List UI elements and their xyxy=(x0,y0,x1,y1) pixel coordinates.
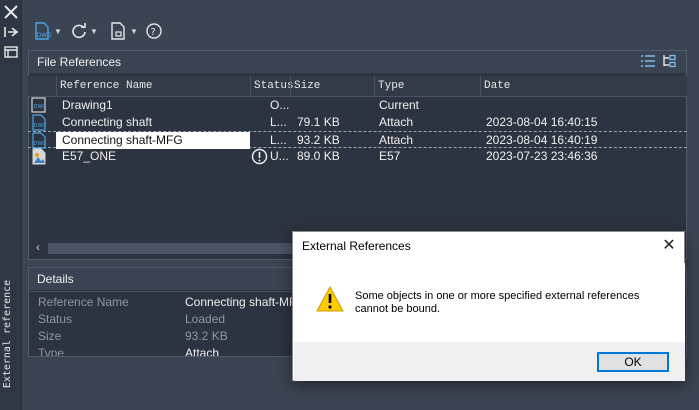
column-size[interactable]: Size xyxy=(290,76,374,96)
palette-title: External reference xyxy=(2,279,13,389)
change-path-icon xyxy=(111,22,125,40)
reference-name: Connecting shaft-MFG xyxy=(56,132,250,149)
dwg-file-icon: DWG xyxy=(31,132,47,149)
reference-status: O... xyxy=(270,98,290,112)
svg-text:DWG: DWG xyxy=(37,32,53,39)
column-header-row: Reference Name Status Size Type Date xyxy=(28,76,687,97)
svg-text:DWG: DWG xyxy=(34,123,47,129)
table-row[interactable]: E57_ONE U... 89.0 KB E57 2023-07-23 23:4… xyxy=(28,148,687,165)
detail-label: Type xyxy=(38,346,65,357)
reference-name: Connecting shaft xyxy=(62,115,153,129)
chevron-down-icon[interactable]: ▼ xyxy=(90,27,98,36)
reference-name: Drawing1 xyxy=(62,98,113,112)
scrollbar-thumb[interactable] xyxy=(48,243,298,254)
dwg-file-icon: DWG xyxy=(31,114,47,131)
detail-value: Loaded xyxy=(185,312,226,326)
table-row[interactable]: DWG Connecting shaft L... 79.1 KB Attach… xyxy=(28,114,687,131)
chevron-down-icon[interactable]: ▼ xyxy=(54,27,62,36)
table-row-selected[interactable]: DWG Connecting shaft-MFG L... 93.2 KB At… xyxy=(28,131,687,149)
external-references-dialog: External References ✕ Some objects in on… xyxy=(292,231,685,381)
column-reference-name[interactable]: Reference Name xyxy=(56,76,250,96)
svg-text:?: ? xyxy=(151,27,156,38)
column-status[interactable]: Status xyxy=(250,76,294,96)
reference-date: 2023-08-04 16:40:19 xyxy=(486,133,598,147)
point-cloud-icon xyxy=(31,148,47,165)
properties-icon[interactable] xyxy=(3,45,19,59)
svg-text:DWG: DWG xyxy=(34,104,47,110)
ok-button[interactable]: OK xyxy=(597,352,669,372)
drawing-icon: DWG xyxy=(31,97,47,114)
reference-status: U... xyxy=(270,149,289,163)
reference-type: Attach xyxy=(379,133,414,147)
reference-size: 93.2 KB xyxy=(297,133,340,147)
reference-date: 2023-08-04 16:40:15 xyxy=(486,115,598,129)
refresh-button[interactable]: ▼ xyxy=(70,20,98,42)
file-references-header: File References xyxy=(29,51,686,73)
chevron-down-icon[interactable]: ▼ xyxy=(130,27,138,36)
tree-view-icon[interactable] xyxy=(661,54,677,68)
refresh-icon xyxy=(72,23,86,39)
reference-type: E57 xyxy=(379,149,401,163)
detail-label: Status xyxy=(38,312,73,326)
attach-dwg-button[interactable]: DWG ▼ xyxy=(32,20,62,42)
reference-type: Attach xyxy=(379,115,414,129)
reference-size: 79.1 KB xyxy=(297,115,340,129)
reference-name: E57_ONE xyxy=(62,149,117,163)
reference-date: 2023-07-23 23:46:36 xyxy=(486,149,598,163)
warning-status-icon xyxy=(251,148,268,165)
reference-size: 89.0 KB xyxy=(297,149,340,163)
detail-value: Attach xyxy=(185,346,220,357)
change-path-button[interactable]: ▼ xyxy=(108,20,138,42)
scroll-left-arrow[interactable]: ‹ xyxy=(36,240,40,254)
attach-dwg-icon: DWG xyxy=(35,22,53,40)
column-type[interactable]: Type xyxy=(374,76,480,96)
svg-text:DWG: DWG xyxy=(34,141,47,147)
dialog-title: External References xyxy=(302,239,411,253)
help-button[interactable]: ? xyxy=(145,20,163,42)
table-row[interactable]: DWG Drawing1 O... Current xyxy=(28,97,687,114)
close-icon[interactable]: ✕ xyxy=(659,236,679,256)
column-date[interactable]: Date xyxy=(480,76,687,96)
reference-type: Current xyxy=(379,98,420,112)
detail-label: Size xyxy=(38,329,62,343)
autohide-icon[interactable] xyxy=(3,25,19,39)
reference-status: L... xyxy=(270,115,287,129)
help-icon: ? xyxy=(146,23,162,39)
dialog-message: Some objects in one or more specified ex… xyxy=(355,290,640,315)
detail-label: Reference Name xyxy=(38,295,129,309)
detail-value: 93.2 KB xyxy=(185,329,228,343)
close-palette-icon[interactable] xyxy=(3,4,19,20)
warning-icon xyxy=(315,285,345,313)
list-view-icon[interactable] xyxy=(640,54,656,68)
reference-status: L... xyxy=(270,133,287,147)
detail-value: Connecting shaft-MFG xyxy=(185,295,306,309)
